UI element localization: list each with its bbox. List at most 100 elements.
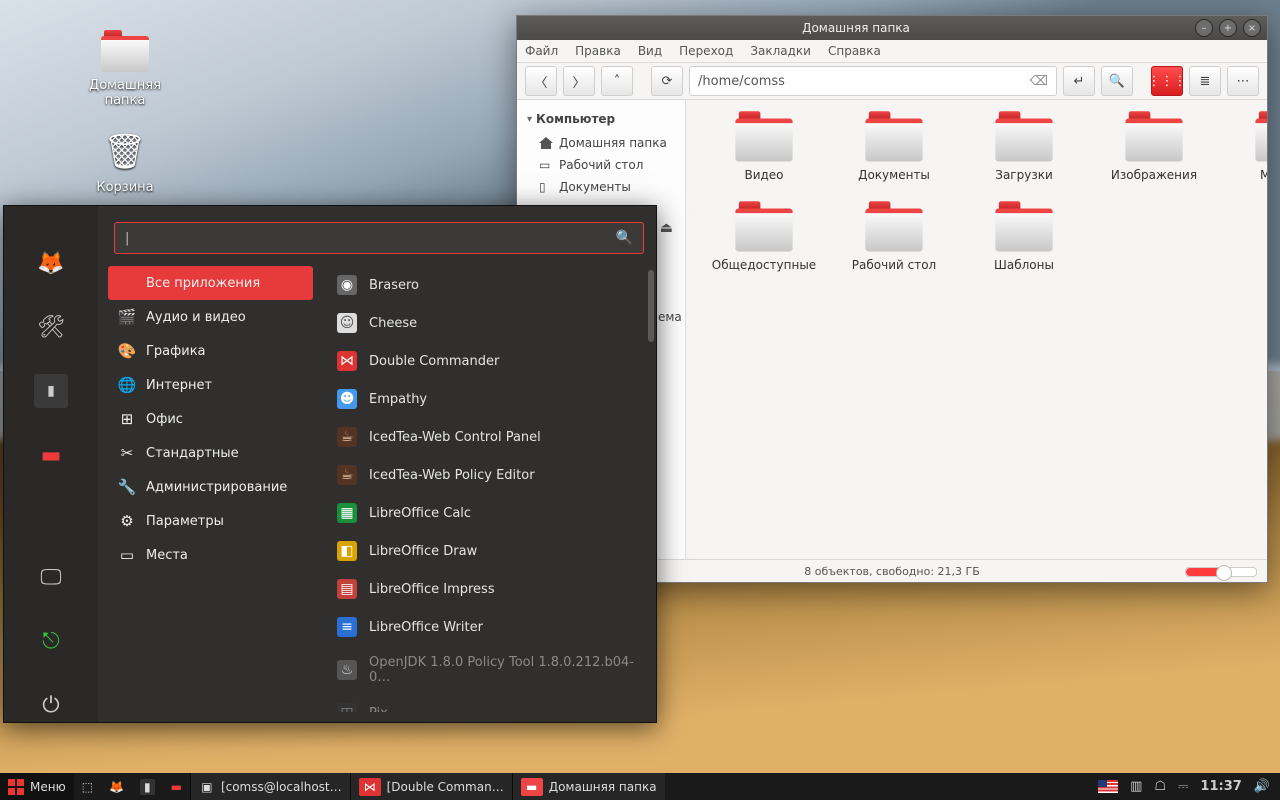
status-text: 8 объектов, свободно: 21,3 ГБ <box>804 565 980 578</box>
toggle-path-button[interactable]: ↵ <box>1063 66 1095 96</box>
clock[interactable]: 11:37 <box>1200 779 1241 794</box>
search-button[interactable]: 🔍 <box>1101 66 1133 96</box>
app-item[interactable]: ♨OpenJDK 1.8.0 Policy Tool 1.8.0.212.b04… <box>323 646 652 694</box>
terminal-icon[interactable]: ▮ <box>34 374 68 408</box>
eject-icon[interactable]: ⏏ <box>660 220 673 236</box>
folder-documents[interactable]: ≣Документы <box>834 116 954 182</box>
tray-user-icon[interactable]: ☖ <box>1154 779 1166 794</box>
category-admin[interactable]: 🔧Администрирование <box>108 470 313 504</box>
clear-path-icon[interactable]: ⌫ <box>1030 74 1048 89</box>
files-icon[interactable]: ▬ <box>34 438 68 472</box>
folder-downloads[interactable]: ⬇Загрузки <box>964 116 1084 182</box>
app-item[interactable]: ☕IcedTea-Web Policy Editor <box>323 456 652 494</box>
sidebar-item-documents[interactable]: ▯Документы <box>521 176 681 198</box>
folder-label: Музыка <box>1260 168 1267 182</box>
category-places[interactable]: ▭Места <box>108 538 313 572</box>
app-item[interactable]: ▦LibreOffice Calc <box>323 494 652 532</box>
app-icon: ≡ <box>337 617 357 637</box>
app-item[interactable]: ☺Cheese <box>323 304 652 342</box>
app-item[interactable]: ⋈Double Commander <box>323 342 652 380</box>
menu-bookmarks[interactable]: Закладки <box>750 44 811 58</box>
icon-view-button[interactable]: ⋮⋮⋮ <box>1151 66 1183 96</box>
app-list: ◉Brasero☺Cheese⋈Double Commander☻Empathy… <box>319 264 656 712</box>
menu-view[interactable]: Вид <box>638 44 662 58</box>
tray-network-icon[interactable]: ⎓ <box>1178 779 1188 794</box>
back-button[interactable]: 〈 <box>525 66 557 96</box>
forward-button[interactable]: 〉 <box>563 66 595 96</box>
app-item[interactable]: ≡LibreOffice Writer <box>323 608 652 646</box>
app-item[interactable]: ◧LibreOffice Draw <box>323 532 652 570</box>
sidebar-item-home[interactable]: Домашняя папка <box>521 132 681 154</box>
category-audio[interactable]: 🎬Аудио и видео <box>108 300 313 334</box>
tools-icon[interactable]: 🛠 <box>34 310 68 344</box>
folder-videos[interactable]: ▶Видео <box>704 116 824 182</box>
show-desktop-button[interactable]: ⬚ <box>74 773 101 800</box>
menu-edit[interactable]: Правка <box>575 44 621 58</box>
app-item[interactable]: ☻Empathy <box>323 380 652 418</box>
menu-search[interactable]: | 🔍 <box>114 222 644 254</box>
menu-button[interactable]: Меню <box>0 773 74 800</box>
list-view-button[interactable]: ≣ <box>1189 66 1221 96</box>
folder-public[interactable]: ⋔Общедоступные <box>704 206 824 272</box>
launcher-terminal[interactable]: ▮ <box>132 773 163 800</box>
category-office[interactable]: ⊞Офис <box>108 402 313 436</box>
desktop-home-folder[interactable]: ⌂ Домашняя папка <box>70 30 180 108</box>
app-item[interactable]: ◫Pix <box>323 694 652 712</box>
sidebar-header[interactable]: Компьютер <box>527 112 675 126</box>
category-label: Графика <box>146 344 206 359</box>
category-internet[interactable]: 🌐Интернет <box>108 368 313 402</box>
firefox-icon[interactable]: 🦊 <box>34 246 68 280</box>
category-all[interactable]: Все приложения <box>108 266 313 300</box>
toolbar: 〈 〉 ˄ ⟳ /home/comss ⌫ ↵ 🔍 ⋮⋮⋮ ≣ ⋯ <box>517 63 1267 100</box>
menu-file[interactable]: Файл <box>525 44 558 58</box>
app-item[interactable]: ▤LibreOffice Impress <box>323 570 652 608</box>
sidebar-item-desktop[interactable]: ▭Рабочий стол <box>521 154 681 176</box>
task-label: [comss@localhost… <box>221 780 342 794</box>
app-label: LibreOffice Impress <box>369 582 495 597</box>
app-item[interactable]: ☕IcedTea-Web Control Panel <box>323 418 652 456</box>
category-icon <box>118 274 136 292</box>
category-label: Офис <box>146 412 183 427</box>
firefox-icon: 🦊 <box>109 780 124 794</box>
task-fm[interactable]: ▬Домашняя папка <box>512 773 665 800</box>
logout-icon[interactable]: ⎋ <box>34 624 68 658</box>
zoom-slider[interactable] <box>1185 567 1257 577</box>
search-input[interactable] <box>131 230 615 247</box>
category-label: Параметры <box>146 514 224 529</box>
launcher-files[interactable]: ▬ <box>163 773 190 800</box>
volume-icon[interactable]: 🔊 <box>1254 779 1270 794</box>
menu-help[interactable]: Справка <box>828 44 881 58</box>
compact-view-button[interactable]: ⋯ <box>1227 66 1259 96</box>
app-item[interactable]: ◉Brasero <box>323 266 652 304</box>
keyboard-layout-icon[interactable] <box>1098 780 1118 793</box>
desktop-trash[interactable]: 🗑 Корзина <box>70 128 180 195</box>
maximize-button[interactable]: + <box>1219 19 1237 37</box>
task-dc[interactable]: ⋈[Double Comman… <box>350 773 512 800</box>
category-graphics[interactable]: 🎨 Графика <box>108 334 313 368</box>
app-label: OpenJDK 1.8.0 Policy Tool 1.8.0.212.b04-… <box>369 655 638 685</box>
category-label: Места <box>146 548 188 563</box>
start-menu[interactable]: 🦊 🛠 ▮ ▬ 🖵 ⎋ ⏻ | 🔍 Все приложения🎬Аудио и… <box>3 205 657 723</box>
launcher-firefox[interactable]: 🦊 <box>101 773 132 800</box>
close-button[interactable]: × <box>1243 19 1261 37</box>
app-icon: ☕ <box>337 465 357 485</box>
menu-go[interactable]: Переход <box>679 44 733 58</box>
category-prefs[interactable]: ⚙Параметры <box>108 504 313 538</box>
category-icon: 🎨 <box>118 342 136 360</box>
folder-pictures[interactable]: ▣Изображения <box>1094 116 1214 182</box>
folder-music[interactable]: ♫Музыка <box>1224 116 1267 182</box>
path-bar[interactable]: /home/comss ⌫ <box>689 66 1057 96</box>
tray-disk-icon[interactable]: ▥ <box>1130 779 1142 794</box>
home-icon: ⌂ <box>107 42 143 68</box>
folder-templates[interactable]: ≣Шаблоны <box>964 206 1084 272</box>
folder-desktop[interactable]: ⬡Рабочий стол <box>834 206 954 272</box>
up-button[interactable]: ˄ <box>601 66 633 96</box>
titlebar[interactable]: Домашняя папка – + × <box>517 16 1267 40</box>
task-terminal[interactable]: ▣[comss@localhost… <box>190 773 350 800</box>
minimize-button[interactable]: – <box>1195 19 1213 37</box>
reload-button[interactable]: ⟳ <box>651 66 683 96</box>
menu-button-label: Меню <box>30 780 66 794</box>
shutdown-icon[interactable]: ⏻ <box>34 688 68 722</box>
display-icon[interactable]: 🖵 <box>34 560 68 594</box>
category-accessories[interactable]: ✂Стандартные <box>108 436 313 470</box>
